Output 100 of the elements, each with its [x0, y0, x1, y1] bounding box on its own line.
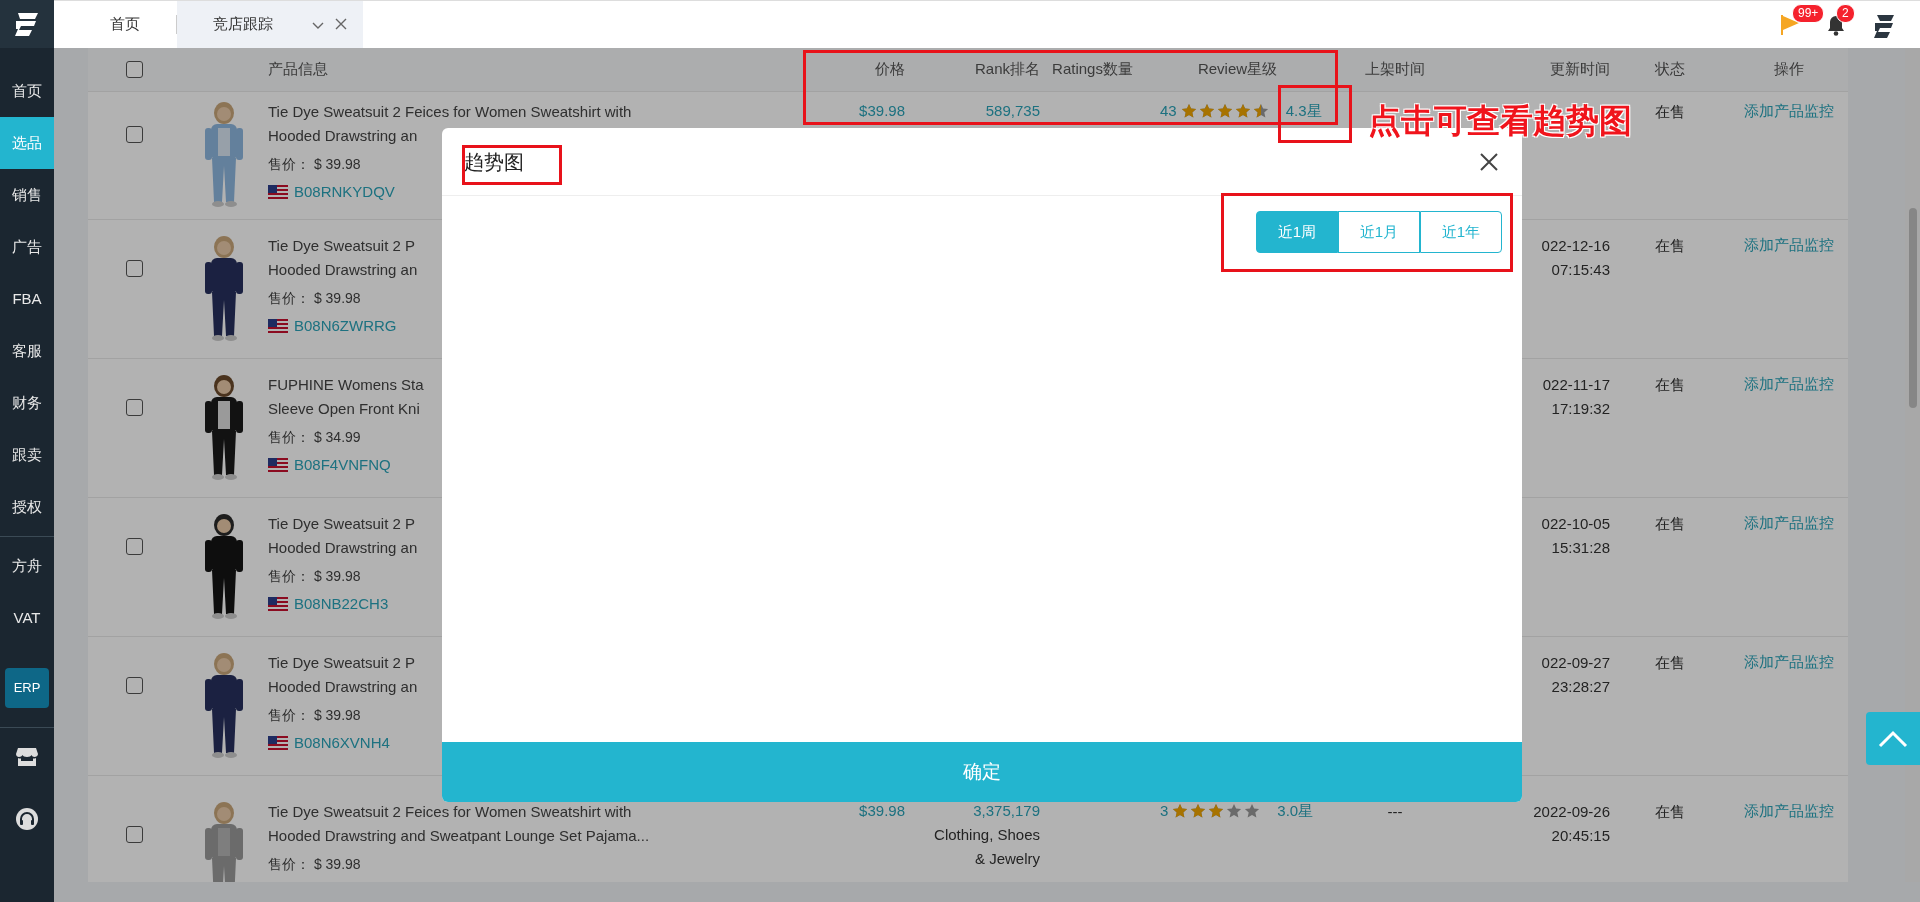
rank-link[interactable]: 589,735: [985, 102, 1040, 119]
annotation-text: 点击可查看趋势图: [1368, 101, 1632, 141]
add-monitor-link[interactable]: 添加产品监控: [1744, 236, 1834, 253]
product-title: Hooded Drawstring an: [268, 538, 418, 558]
review-link[interactable]: 4.3星: [1285, 100, 1322, 123]
row-checkbox[interactable]: [125, 260, 143, 277]
store-icon[interactable]: [15, 746, 39, 768]
star-icon: [1244, 803, 1262, 820]
erp-button[interactable]: ERP: [5, 668, 49, 708]
updated-time: 022-10-05: [1541, 514, 1610, 534]
notification-badge: 2: [1836, 3, 1855, 23]
close-icon[interactable]: [335, 17, 347, 30]
star-icon: [1180, 103, 1198, 120]
column-header: 上架时间: [1364, 59, 1426, 80]
column-header: 更新时间: [1549, 59, 1610, 80]
flag-icon: [268, 185, 288, 200]
review-count[interactable]: 43: [1160, 100, 1177, 123]
price-link[interactable]: $39.98: [859, 802, 905, 819]
flag-icon: [268, 597, 288, 612]
column-header: Review星级: [1196, 59, 1279, 80]
range-button[interactable]: 近1年: [1420, 211, 1502, 253]
sidebar-item[interactable]: 首页: [0, 65, 54, 117]
row-checkbox[interactable]: [125, 538, 143, 555]
product-title: Hooded Drawstring an: [268, 126, 418, 146]
sidebar-item[interactable]: 授权: [0, 481, 54, 533]
flag-icon: [268, 319, 288, 334]
updated-time: 022-12-16: [1541, 236, 1610, 256]
sidebar-item[interactable]: 选品: [0, 117, 54, 169]
status-text: 在售: [1655, 103, 1685, 120]
updated-time: 2022-09-26: [1533, 802, 1610, 822]
add-monitor-link[interactable]: 添加产品监控: [1744, 102, 1834, 119]
updated-time: 17:19:32: [1551, 399, 1610, 419]
column-header: 操作: [1773, 59, 1805, 80]
column-header: 价格: [874, 59, 905, 80]
asin-link[interactable]: B08F4VNFNQ: [294, 454, 391, 477]
confirm-button[interactable]: 确定: [442, 742, 1522, 802]
notification-badge: 99+: [1792, 3, 1825, 23]
status-text: 在售: [1655, 237, 1685, 254]
asin-link[interactable]: B08N6ZWRRG: [294, 315, 397, 338]
add-monitor-link[interactable]: 添加产品监控: [1744, 514, 1834, 531]
column-header: Rank排名: [973, 59, 1040, 80]
asin-link[interactable]: B08N6XVNH4: [294, 732, 390, 755]
asin-link[interactable]: B08RNKYDQV: [294, 181, 395, 204]
product-title: Hooded Drawstring and Sweatpant Lounge Set Pajama...: [268, 826, 650, 846]
review-count[interactable]: 3: [1160, 800, 1169, 823]
asin-link[interactable]: B08NB22CH3: [294, 593, 389, 616]
updated-time: 15:31:28: [1551, 538, 1610, 558]
sale-price: 售价： $ 39.98: [268, 155, 361, 174]
updated-time: 23:28:27: [1551, 677, 1610, 697]
product-title: Tie Dye Sweatsuit 2 P: [268, 653, 415, 673]
price-link[interactable]: $39.98: [859, 102, 905, 119]
star-icon: [1216, 103, 1234, 120]
row-checkbox[interactable]: [125, 399, 143, 416]
sidebar-item[interactable]: 财务: [0, 377, 54, 429]
star-icon: [1226, 803, 1244, 820]
add-monitor-link[interactable]: 添加产品监控: [1744, 375, 1834, 392]
sidebar-item[interactable]: FBA: [0, 273, 54, 325]
updated-time: 20:45:15: [1551, 826, 1610, 846]
status-text: 在售: [1655, 376, 1685, 393]
sidebar-item[interactable]: 跟卖: [0, 429, 54, 481]
status-text: 在售: [1655, 803, 1685, 820]
column-header: 产品信息: [268, 59, 329, 80]
chevron-up-icon: [1878, 729, 1908, 748]
updated-time: 022-11-17: [1542, 375, 1610, 395]
sale-price: 售价： $ 39.98: [268, 706, 361, 725]
rank-link[interactable]: 3,375,179: [973, 802, 1040, 819]
tab[interactable]: 竞店跟踪: [177, 1, 363, 48]
column-header: 状态: [1654, 59, 1686, 80]
sale-price: 售价： $ 34.99: [268, 428, 361, 447]
listed-time: ---: [1387, 803, 1403, 820]
sale-price: 售价： $ 39.98: [268, 567, 361, 586]
row-checkbox[interactable]: [125, 126, 143, 143]
product-title: Tie Dye Sweatsuit 2 P: [268, 514, 415, 534]
select-all-checkbox[interactable]: [125, 61, 143, 78]
status-text: 在售: [1655, 654, 1685, 671]
close-icon: [1480, 152, 1498, 171]
sidebar-item[interactable]: 方舟: [0, 540, 54, 592]
flag-icon[interactable]: [1780, 13, 1800, 36]
sale-price: 售价： $ 39.98: [268, 289, 361, 308]
sidebar-item[interactable]: 广告: [0, 221, 54, 273]
sidebar-item[interactable]: 客服: [0, 325, 54, 377]
updated-time: 022-09-27: [1541, 653, 1610, 673]
star-icon: [1198, 103, 1216, 120]
sidebar-item[interactable]: 销售: [0, 169, 54, 221]
flag-icon: [268, 458, 288, 473]
headset-icon[interactable]: [15, 807, 39, 831]
add-monitor-link[interactable]: 添加产品监控: [1744, 802, 1834, 819]
star-icon: [1190, 803, 1208, 820]
add-monitor-link[interactable]: 添加产品监控: [1744, 653, 1834, 670]
product-title: Hooded Drawstring an: [268, 677, 418, 697]
updated-time: 07:15:43: [1551, 260, 1610, 280]
sale-price: 售价： $ 39.98: [268, 855, 361, 874]
review-link[interactable]: 3.0星: [1277, 800, 1314, 823]
column-header: Ratings数量: [1051, 59, 1134, 80]
sidebar-item[interactable]: VAT: [0, 592, 54, 644]
row-checkbox[interactable]: [125, 826, 143, 843]
product-title: Hooded Drawstring an: [268, 260, 418, 280]
range-button[interactable]: 近1周: [1256, 211, 1338, 253]
row-checkbox[interactable]: [125, 677, 143, 694]
range-button[interactable]: 近1月: [1338, 211, 1420, 253]
